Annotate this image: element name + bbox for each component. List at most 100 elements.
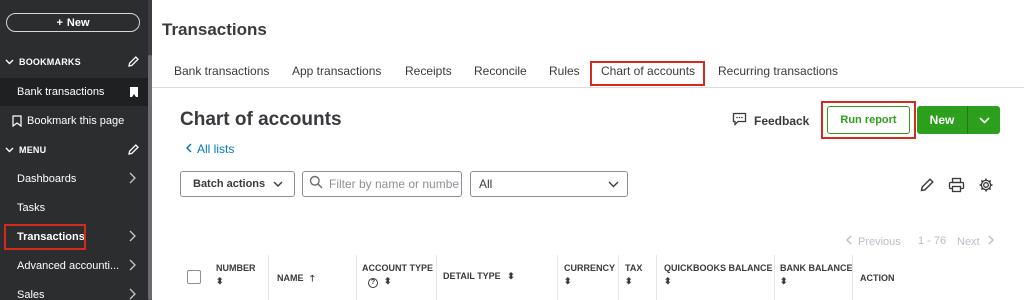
sort-icon: ⬍ [780, 276, 788, 286]
column-header-label: DETAIL TYPE [443, 271, 501, 281]
menu-section-toggle[interactable]: MENU [0, 137, 148, 163]
page-title: Transactions [162, 20, 267, 39]
sort-ascending-icon: 🡑 [310, 273, 315, 283]
chevron-right-icon [988, 235, 994, 248]
feedback-button[interactable]: Feedback [732, 112, 809, 129]
pager-previous-label: Previous [858, 235, 901, 248]
filter-input[interactable] [329, 177, 459, 191]
new-dropdown-toggle[interactable] [968, 106, 1000, 134]
new-button-label: New [66, 16, 90, 29]
sort-icon: ⬍ [625, 276, 633, 286]
pager-previous[interactable]: Previous [846, 235, 901, 248]
search-icon [309, 175, 323, 194]
column-header-label: NUMBER [216, 263, 256, 273]
sort-icon: ⬍ [664, 276, 672, 286]
column-header-account-type[interactable]: ACCOUNT TYPE ? ⬍ [362, 263, 433, 288]
column-divider [557, 255, 558, 300]
chevron-right-icon [129, 172, 136, 187]
column-header-quickbooks-balance[interactable]: QUICKBOOKS BALANCE ⬍ [664, 263, 773, 287]
tab-receipts[interactable]: Receipts [405, 64, 452, 78]
chevron-down-icon [273, 178, 283, 190]
batch-actions-dropdown[interactable]: Batch actions [180, 171, 295, 197]
all-lists-label: All lists [197, 142, 235, 156]
column-divider [656, 255, 657, 300]
edit-bookmarks-pencil-icon[interactable] [127, 55, 140, 70]
pager-next-label: Next [957, 235, 980, 248]
sidebar-item-sales[interactable]: Sales [0, 281, 148, 300]
sidebar-item-advanced-accounting[interactable]: Advanced accounti... [0, 252, 148, 280]
sidebar: + New BOOKMARKS Bank transactions Bookma… [0, 0, 152, 300]
sidebar-item-tasks[interactable]: Tasks [0, 194, 148, 222]
column-divider [356, 255, 357, 300]
section-title: Chart of accounts [180, 109, 342, 130]
tab-recurring-transactions[interactable]: Recurring transactions [718, 64, 838, 78]
sidebar-scrollbar-thumb[interactable] [148, 55, 152, 300]
column-header-currency[interactable]: CURRENCY ⬍ [564, 263, 615, 287]
tab-bar: Bank transactions App transactions Recei… [152, 58, 1024, 88]
sidebar-item-label: Sales [17, 289, 45, 300]
sidebar-item-label: Bookmark this page [27, 115, 125, 127]
column-header-name[interactable]: NAME 🡑 [277, 271, 315, 287]
column-header-label: NAME [277, 273, 304, 283]
bookmark-icon [130, 87, 138, 97]
menu-heading: MENU [19, 145, 47, 155]
bookmark-outline-icon [12, 115, 22, 127]
new-button-main[interactable]: New [917, 106, 968, 134]
print-icon[interactable] [948, 177, 965, 198]
help-circle-icon[interactable]: ? [368, 278, 378, 288]
tab-reconcile[interactable]: Reconcile [474, 64, 527, 78]
all-lists-link[interactable]: All lists [185, 142, 235, 156]
bookmarks-heading: BOOKMARKS [19, 57, 81, 67]
column-header-label: BANK BALANCE [780, 263, 853, 273]
account-type-select-value: All [479, 177, 493, 191]
tab-bank-transactions[interactable]: Bank transactions [174, 64, 269, 78]
transactions-highlight [4, 224, 86, 250]
column-header-label: ACCOUNT TYPE [362, 263, 434, 273]
column-header-action: ACTION [860, 273, 895, 283]
new-button[interactable]: + New [6, 13, 140, 32]
chevron-left-icon [185, 142, 192, 156]
sidebar-item-label: Bank transactions [17, 86, 105, 98]
column-header-tax[interactable]: TAX ⬍ [625, 263, 642, 287]
chevron-down-icon [3, 145, 15, 155]
sort-icon: ⬍ [216, 276, 224, 286]
account-type-select[interactable]: All [470, 171, 628, 197]
chevron-down-icon [608, 177, 619, 191]
settings-gear-icon[interactable] [978, 177, 994, 198]
edit-pencil-icon[interactable] [919, 177, 935, 198]
batch-actions-label: Batch actions [193, 178, 266, 190]
sidebar-item-dashboards[interactable]: Dashboards [0, 165, 148, 193]
column-divider [436, 255, 437, 300]
column-header-label: CURRENCY [564, 263, 616, 273]
chevron-right-icon [129, 230, 136, 245]
column-divider [774, 255, 775, 300]
edit-menu-pencil-icon[interactable] [127, 143, 140, 158]
chevron-right-icon [129, 259, 136, 274]
sort-icon: ⬍ [564, 276, 572, 286]
column-header-label: ACTION [860, 273, 895, 283]
chevron-down-icon [978, 111, 990, 129]
column-header-bank-balance[interactable]: BANK BALANCE ⬍ [780, 263, 853, 287]
column-header-number[interactable]: NUMBER ⬍ [216, 263, 256, 287]
filter-search-box [302, 171, 462, 197]
sidebar-item-label: Tasks [17, 202, 46, 214]
column-divider [852, 255, 853, 300]
chevron-left-icon [846, 235, 852, 248]
column-divider [268, 255, 269, 300]
chevron-down-icon [3, 57, 15, 67]
new-split-button: New [917, 106, 1000, 134]
bookmarks-section-toggle[interactable]: BOOKMARKS [0, 49, 148, 75]
bookmark-this-page-link[interactable]: Bookmark this page [0, 107, 148, 135]
feedback-icon [732, 112, 747, 129]
column-header-detail-type[interactable]: DETAIL TYPE ⬍ [443, 271, 515, 282]
plus-icon: + [56, 16, 63, 29]
sidebar-bookmark-bank-transactions[interactable]: Bank transactions [0, 78, 148, 106]
tab-rules[interactable]: Rules [549, 64, 580, 78]
select-all-checkbox[interactable] [187, 270, 201, 284]
column-divider [618, 255, 619, 300]
sidebar-item-label: Dashboards [17, 173, 77, 185]
tab-app-transactions[interactable]: App transactions [292, 64, 381, 78]
pager-next[interactable]: Next [957, 235, 994, 248]
column-header-label: QUICKBOOKS BALANCE [664, 263, 773, 273]
chevron-right-icon [129, 288, 136, 300]
